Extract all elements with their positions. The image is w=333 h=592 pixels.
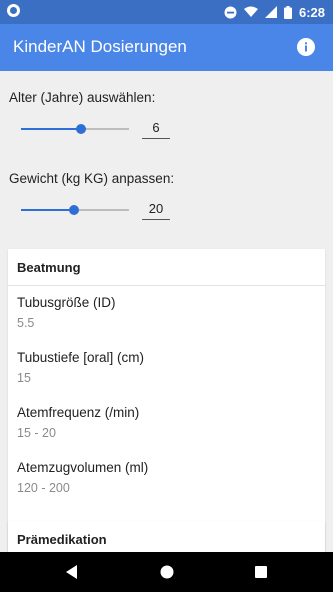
atemfrequenz-value: 15 - 20 (17, 426, 56, 440)
weight-label: Gewicht (kg KG) anpassen: (9, 171, 175, 186)
list-item: Atemzugvolumen (ml) 120 - 200 (17, 460, 148, 495)
minus-circle-icon (224, 6, 237, 19)
tubustiefe-value: 15 (17, 371, 31, 385)
age-slider[interactable] (21, 121, 129, 137)
list-item: Atemfrequenz (/min) 15 - 20 (17, 405, 139, 440)
tubusgroesse-value: 5.5 (17, 316, 35, 330)
age-slider-thumb[interactable] (76, 124, 87, 134)
system-nav-bar (0, 552, 333, 592)
list-item: Tubustiefe [oral] (cm) 15 (17, 350, 144, 385)
wifi-icon (243, 6, 258, 18)
do-not-disturb-icon (7, 4, 20, 17)
app-title: KinderAN Dosierungen (13, 37, 187, 56)
praemedikation-header: Prämedikation (17, 532, 107, 547)
recents-icon[interactable] (253, 564, 269, 580)
beatmung-header: Beatmung (8, 249, 325, 286)
battery-icon (283, 5, 292, 19)
app-bar: KinderAN Dosierungen (0, 24, 333, 71)
weight-input[interactable]: 20 (142, 200, 170, 220)
age-slider-fill (21, 128, 82, 130)
cell-signal-icon (264, 6, 277, 18)
content-scroll[interactable]: Alter (Jahre) auswählen: 6 Gewicht (kg K… (0, 71, 333, 552)
age-input[interactable]: 6 (142, 119, 170, 139)
home-icon[interactable] (159, 564, 175, 580)
status-time: 6:28 (298, 4, 325, 20)
status-bar: 6:28 (0, 0, 333, 24)
beatmung-card: Beatmung Tubusgröße (ID) 5.5 Tubustiefe … (8, 249, 325, 552)
praemedikation-card: Prämedikation (8, 521, 325, 552)
tubustiefe-label: Tubustiefe [oral] (cm) (17, 350, 145, 365)
atemzugvolumen-value: 120 - 200 (17, 481, 70, 495)
weight-slider-fill (21, 209, 74, 211)
list-item: Tubusgröße (ID) 5.5 (17, 295, 116, 330)
age-label: Alter (Jahre) auswählen: (9, 90, 156, 105)
weight-slider[interactable] (21, 202, 129, 218)
atemfrequenz-label: Atemfrequenz (/min) (17, 405, 140, 420)
atemzugvolumen-label: Atemzugvolumen (ml) (17, 460, 149, 475)
back-icon[interactable] (64, 564, 80, 580)
info-icon[interactable] (297, 38, 315, 56)
weight-slider-thumb[interactable] (68, 205, 79, 215)
tubusgroesse-label: Tubusgröße (ID) (17, 295, 116, 310)
